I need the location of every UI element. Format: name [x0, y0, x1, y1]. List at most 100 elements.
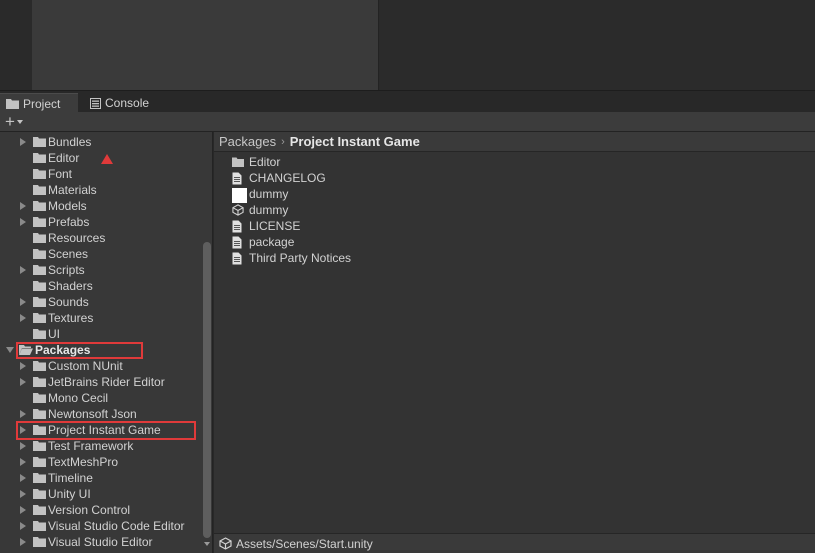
breadcrumb-current[interactable]: Project Instant Game	[290, 134, 420, 149]
file-item[interactable]: dummy	[232, 186, 288, 203]
tree-item-label: Sounds	[48, 295, 89, 309]
tree-item[interactable]: Version Control	[0, 502, 200, 518]
asset-browser: Packages › Project Instant Game Assets/S…	[214, 132, 815, 553]
status-bar: Assets/Scenes/Start.unity	[214, 533, 815, 553]
tree-item[interactable]: Materials	[0, 182, 200, 198]
expand-arrow-right-icon[interactable]	[20, 410, 26, 418]
breadcrumb-packages[interactable]: Packages	[219, 134, 276, 149]
tree-scrollbar[interactable]	[201, 132, 212, 553]
file-item[interactable]: CHANGELOG	[232, 170, 326, 186]
tree-item[interactable]: Timeline	[0, 470, 200, 486]
tree-item[interactable]: Test Framework	[0, 438, 200, 454]
folder-icon	[6, 99, 19, 109]
expand-arrow-right-icon[interactable]	[20, 522, 26, 530]
breadcrumb-separator-icon: ›	[281, 135, 285, 148]
scroll-down-arrow-icon[interactable]	[204, 542, 210, 546]
file-item-label: package	[249, 235, 295, 249]
scrollbar-thumb[interactable]	[203, 242, 211, 538]
tree-item-label: Textures	[48, 311, 94, 325]
tree-item[interactable]: Unity UI	[0, 486, 200, 502]
expand-arrow-right-icon[interactable]	[20, 442, 26, 450]
tree-item[interactable]: Newtonsoft Json	[0, 406, 200, 422]
expand-arrow-right-icon[interactable]	[20, 490, 26, 498]
expand-arrow-right-icon[interactable]	[20, 362, 26, 370]
tree-item-label: Bundles	[48, 135, 92, 149]
status-path: Assets/Scenes/Start.unity	[236, 536, 373, 551]
tree-item[interactable]: Scripts	[0, 262, 200, 278]
expand-arrow-right-icon[interactable]	[20, 378, 26, 386]
tree-item[interactable]: Resources	[0, 230, 200, 246]
file-item[interactable]: Editor	[232, 154, 280, 170]
tree-item[interactable]: Visual Studio Editor	[0, 534, 200, 550]
tree-item[interactable]: UI	[0, 326, 200, 342]
tab-project[interactable]: Project	[0, 93, 78, 113]
folder-icon	[33, 392, 46, 403]
tree-item[interactable]: Shaders	[0, 278, 200, 294]
tree-item-label: Mono Cecil	[48, 391, 109, 405]
file-item[interactable]: package	[232, 234, 294, 250]
tree-item-label: JetBrains Rider Editor	[48, 375, 165, 389]
folder-icon	[232, 156, 244, 169]
folder-icon	[33, 504, 46, 515]
tree-item[interactable]: Custom NUnit	[0, 358, 200, 374]
tree-item[interactable]: Font	[0, 166, 200, 182]
expand-arrow-down-icon[interactable]	[6, 347, 14, 353]
tree-item[interactable]: Textures	[0, 310, 200, 326]
folder-icon	[33, 440, 46, 451]
expand-arrow-right-icon[interactable]	[20, 506, 26, 514]
file-item[interactable]: Third Party Notices	[232, 250, 351, 266]
tree-item-label: UI	[48, 327, 60, 341]
tree-item-label: Newtonsoft Json	[48, 407, 137, 421]
file-item-label: Editor	[249, 155, 281, 169]
tree-item-label: Resources	[48, 231, 106, 245]
folder-icon	[33, 488, 46, 499]
folder-icon	[33, 408, 46, 419]
tree-item[interactable]: Mono Cecil	[0, 390, 200, 406]
tree-item-label: Custom NUnit	[48, 359, 123, 373]
expand-arrow-right-icon[interactable]	[20, 538, 26, 546]
tree-item[interactable]: Prefabs	[0, 214, 200, 230]
tree-item-label: Editor	[48, 151, 80, 165]
tab-console[interactable]: Console	[84, 93, 164, 113]
tree-item[interactable]: Visual Studio Code Editor	[0, 518, 200, 534]
expand-arrow-right-icon[interactable]	[20, 218, 26, 226]
tree-item[interactable]: JetBrains Rider Editor	[0, 374, 200, 390]
expand-arrow-right-icon[interactable]	[20, 266, 26, 274]
breadcrumb: Packages › Project Instant Game	[214, 132, 815, 152]
expand-arrow-right-icon[interactable]	[20, 314, 26, 322]
folder-icon	[33, 312, 46, 323]
blank-asset-icon	[232, 187, 247, 203]
expand-arrow-right-icon[interactable]	[20, 298, 26, 306]
tree-item-label: Unity UI	[48, 487, 91, 501]
top-left-panel	[32, 0, 379, 90]
folder-icon	[33, 280, 46, 291]
folder-icon	[33, 264, 46, 275]
folder-icon	[33, 360, 46, 371]
tree-item[interactable]: Editor	[0, 150, 200, 166]
document-icon	[232, 252, 244, 265]
folder-icon	[33, 216, 46, 227]
tree-item-label: TextMeshPro	[48, 455, 119, 469]
file-item-label: LICENSE	[249, 219, 301, 233]
folder-icon	[33, 200, 46, 211]
file-item-label: dummy	[249, 203, 289, 217]
document-icon	[232, 236, 244, 249]
tree-item-label: Materials	[48, 183, 97, 197]
expand-arrow-right-icon[interactable]	[20, 458, 26, 466]
add-button[interactable]: +	[5, 113, 33, 131]
tree-item[interactable]: TextMeshPro	[0, 454, 200, 470]
expand-arrow-right-icon[interactable]	[20, 474, 26, 482]
tree-item[interactable]: Models	[0, 198, 200, 214]
expand-arrow-right-icon[interactable]	[20, 202, 26, 210]
unity-scene-icon	[232, 203, 244, 217]
folder-icon	[33, 232, 46, 243]
file-item[interactable]: LICENSE	[232, 218, 300, 234]
tree-item[interactable]: Bundles	[0, 134, 200, 150]
expand-arrow-right-icon[interactable]	[20, 138, 26, 146]
file-item[interactable]: dummy	[232, 202, 288, 218]
tree-item[interactable]: Scenes	[0, 246, 200, 262]
folder-icon	[33, 376, 46, 387]
tree-item[interactable]: Sounds	[0, 294, 200, 310]
packages-highlight-box	[16, 342, 143, 359]
top-area	[0, 0, 815, 90]
